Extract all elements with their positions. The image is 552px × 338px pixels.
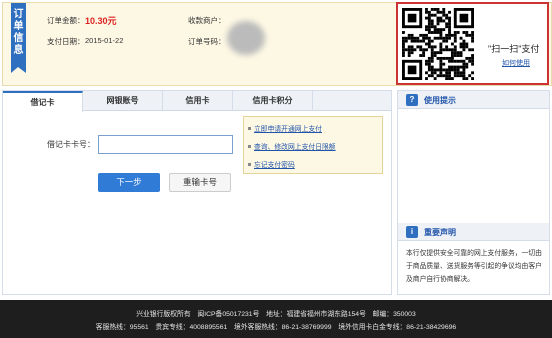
statement-title: 重要声明 [424, 228, 456, 237]
side-panel: ? 使用提示 i 重要声明 本行仅提供安全可靠的网上支付服务，一切由于商品质量、… [397, 90, 550, 295]
payment-tabs: 借记卡 网银账号 信用卡 信用卡积分 [3, 91, 391, 112]
apply-online-pay-link[interactable]: 立即申请开通网上支付 [254, 123, 322, 133]
qr-pay-box: "扫一扫"支付 如何使用 [396, 2, 549, 85]
help-icon: ? [406, 94, 418, 106]
payment-panel: 借记卡 网银账号 信用卡 信用卡积分 借记卡卡号： 下一步 重输卡号 立即申请开… [2, 90, 392, 295]
statement-header: i 重要声明 [398, 223, 549, 241]
order-number-label: 订单号码： [188, 37, 226, 46]
statement-text: 本行仅提供安全可靠的网上支付服务，一切由于商品质量、送货服务等引起的争议均由客户… [406, 250, 542, 283]
footer-copyright: 兴业银行版权所有 闽ICP备05017231号 地址：福建省福州市湖东路154号… [136, 311, 416, 318]
scan-pay-label: "扫一扫"支付 [488, 44, 540, 54]
tab-online-account[interactable]: 网银账号 [83, 91, 163, 111]
next-button[interactable]: 下一步 [98, 173, 160, 192]
how-to-use-link[interactable]: 如何使用 [502, 58, 530, 68]
redacted-area [227, 21, 265, 55]
date-label: 支付日期： [47, 37, 85, 46]
amount-label: 订单金额： [47, 16, 85, 25]
usage-tips-header: ? 使用提示 [398, 91, 549, 109]
card-number-input[interactable] [98, 135, 233, 154]
info-icon: i [406, 226, 418, 238]
query-limit-link[interactable]: 查询、修改网上支付日限额 [254, 141, 336, 151]
card-number-label: 借记卡卡号： [47, 140, 95, 149]
date-value: 2015-01-22 [85, 36, 124, 45]
reenter-card-button[interactable]: 重输卡号 [169, 173, 231, 192]
help-links-box: 立即申请开通网上支付 查询、修改网上支付日限额 忘记支付密码 [243, 116, 383, 174]
tab-credit-points[interactable]: 信用卡积分 [233, 91, 313, 111]
tab-credit-card[interactable]: 信用卡 [163, 91, 233, 111]
footer: 兴业银行版权所有 闽ICP备05017231号 地址：福建省福州市湖东路154号… [0, 300, 552, 338]
tab-debit-card[interactable]: 借记卡 [3, 91, 83, 112]
qr-code-icon [402, 8, 474, 80]
forgot-password-link[interactable]: 忘记支付密码 [254, 159, 295, 169]
merchant-label: 收款商户： [188, 16, 226, 25]
usage-tips-title: 使用提示 [424, 96, 456, 105]
footer-hotlines: 客服热线：95561 贵宾专线：4008895561 境外客服热线：86-21-… [95, 324, 457, 331]
order-info-ribbon: 订单信息 [11, 3, 26, 73]
amount-value: 10.30元 [85, 16, 117, 26]
